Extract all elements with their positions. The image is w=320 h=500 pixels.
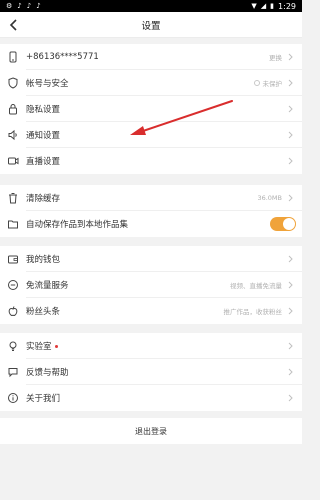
- lab-label-text: 实验室: [26, 342, 52, 352]
- setting-label: 自动保存作品到本地作品集: [26, 220, 129, 230]
- chevron-right-icon: [286, 342, 294, 350]
- page-title: 设置: [141, 20, 161, 32]
- back-arrow-icon: [9, 19, 17, 31]
- status-bar: ⚙ ♪ ♪ ♪ ▼ ◢ ▮ 1:29: [0, 0, 302, 12]
- nav-bar: 设置: [0, 12, 302, 38]
- chevron-right-icon: [286, 157, 294, 165]
- wallet-icon: [6, 252, 20, 266]
- protection-status: 未保护: [253, 78, 283, 88]
- unprotected-icon: [253, 80, 260, 86]
- setting-row-free-data[interactable]: 免流量服务 视频、直播免流量: [0, 272, 302, 298]
- setting-value: 更换: [269, 54, 282, 62]
- setting-row-notification[interactable]: 通知设置: [0, 122, 302, 148]
- setting-row-privacy[interactable]: 隐私设置: [0, 96, 302, 122]
- setting-label: 清除缓存: [26, 194, 61, 204]
- setting-label: 关于我们: [26, 394, 61, 404]
- chevron-right-icon: [286, 131, 294, 139]
- protection-status-text: 未保护: [262, 80, 283, 88]
- apple-icon: [6, 304, 20, 318]
- status-bar-notifications: ⚙ ♪ ♪ ♪: [6, 1, 41, 10]
- setting-row-wallet[interactable]: 我的钱包: [0, 246, 302, 272]
- setting-row-about[interactable]: 关于我们: [0, 385, 302, 411]
- feedback-icon: [6, 365, 20, 379]
- chevron-right-icon: [286, 394, 294, 402]
- chevron-right-icon: [286, 307, 294, 315]
- lightbulb-icon: [6, 339, 20, 353]
- folder-icon: [6, 217, 20, 231]
- tiktok-icon: ♪: [26, 1, 32, 10]
- battery-icon: ▮: [270, 1, 275, 10]
- setting-row-phone[interactable]: +86136****5771 更换: [0, 44, 302, 70]
- lock-icon: [6, 102, 20, 116]
- trash-icon: [6, 191, 20, 205]
- shield-icon: [6, 76, 20, 90]
- info-icon: [6, 391, 20, 405]
- back-button[interactable]: [6, 17, 22, 33]
- setting-label: 直播设置: [26, 157, 61, 167]
- chevron-right-icon: [286, 79, 294, 87]
- chevron-right-icon: [286, 105, 294, 113]
- setting-value: 推广作品，收获粉丝: [223, 308, 283, 316]
- new-badge-dot: [54, 345, 58, 348]
- setting-label: 粉丝头条: [26, 307, 61, 317]
- toggle-knob: [283, 218, 295, 230]
- setting-label: 通知设置: [26, 131, 61, 141]
- setting-label: 隐私设置: [26, 105, 61, 115]
- setting-row-lab[interactable]: 实验室: [0, 333, 302, 359]
- status-bar-system: ▼ ◢ ▮ 1:29: [251, 2, 296, 11]
- setting-value: 视频、直播免流量: [230, 282, 282, 290]
- live-camera-icon: [6, 154, 20, 168]
- logout-button[interactable]: 退出登录: [0, 418, 302, 444]
- wifi-icon: ▼: [251, 1, 257, 10]
- setting-label: 帐号与安全: [26, 79, 69, 89]
- free-data-icon: [6, 278, 20, 292]
- status-time: 1:29: [278, 1, 296, 11]
- setting-label: 反馈与帮助: [26, 368, 69, 378]
- setting-row-auto-save: 自动保存作品到本地作品集: [0, 211, 302, 237]
- settings-icon: ⚙: [6, 1, 13, 10]
- setting-row-clear-cache[interactable]: 清除缓存 36.0MB: [0, 185, 302, 211]
- phone-icon: [6, 50, 20, 64]
- chevron-right-icon: [286, 53, 294, 61]
- chevron-right-icon: [286, 368, 294, 376]
- setting-label: 我的钱包: [26, 255, 61, 265]
- signal-icon: ◢: [260, 1, 267, 10]
- tiktok-icon: ♪: [17, 1, 22, 10]
- auto-save-toggle[interactable]: [270, 217, 296, 231]
- setting-label: +86136****5771: [26, 52, 99, 62]
- chevron-right-icon: [286, 255, 294, 263]
- setting-label: 实验室: [26, 340, 58, 352]
- setting-row-feedback[interactable]: 反馈与帮助: [0, 359, 302, 385]
- chevron-right-icon: [286, 281, 294, 289]
- cache-size: 36.0MB: [257, 194, 282, 202]
- setting-row-account-security[interactable]: 帐号与安全 未保护: [0, 70, 302, 96]
- setting-row-live[interactable]: 直播设置: [0, 148, 302, 174]
- speaker-icon: [6, 128, 20, 142]
- tiktok-icon: ♪: [36, 1, 41, 10]
- setting-row-fans-headline[interactable]: 粉丝头条 推广作品，收获粉丝: [0, 298, 302, 324]
- setting-label: 免流量服务: [26, 281, 69, 291]
- chevron-right-icon: [286, 194, 294, 202]
